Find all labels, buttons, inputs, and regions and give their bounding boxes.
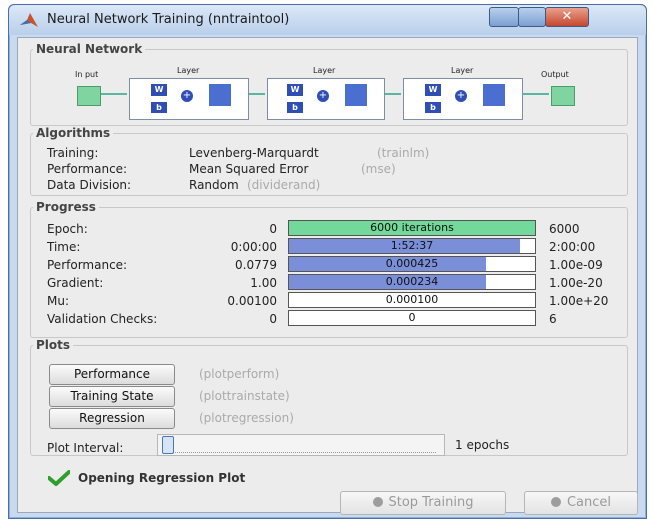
epoch-end: 6000 xyxy=(549,222,580,236)
time-progress-bar: 1:52:37 xyxy=(288,238,536,254)
validation-start: 0 xyxy=(269,312,277,326)
neural-network-panel: Neural Network In put Layer W b + Layer … xyxy=(30,42,628,126)
gradient-current: 0.000234 xyxy=(385,275,439,288)
data-division-value: Random xyxy=(189,178,239,192)
perf-end: 1.00e-09 xyxy=(549,258,603,272)
performance-label: Performance: xyxy=(47,162,128,176)
performance-plot-button[interactable]: Performance xyxy=(49,364,175,385)
maximize-button[interactable] xyxy=(518,7,546,27)
validation-label: Validation Checks: xyxy=(47,312,158,326)
validation-end: 6 xyxy=(549,312,557,326)
perf-label: Performance: xyxy=(47,258,128,272)
performance-progress-bar: 0.000425 xyxy=(288,256,536,272)
layer-label-1: Layer xyxy=(177,66,200,75)
status-message: Opening Regression Plot xyxy=(78,471,246,485)
plots-panel: Plots Performance (plotperform) Training… xyxy=(30,338,628,456)
plot-interval-label: Plot Interval: xyxy=(47,441,124,455)
training-function: (trainlm) xyxy=(377,146,430,160)
epoch-start: 0 xyxy=(269,222,277,236)
bias-box-1: b xyxy=(151,102,167,113)
title-bar[interactable]: Neural Network Training (nntraintool) ✕ xyxy=(9,5,646,35)
plot-interval-slider[interactable] xyxy=(157,434,445,456)
transfer-function-1 xyxy=(209,84,231,106)
time-label: Time: xyxy=(47,240,81,254)
transfer-function-2 xyxy=(345,84,367,106)
plot-interval-value: 1 epochs xyxy=(455,438,510,452)
gradient-start: 1.00 xyxy=(250,276,277,290)
bias-box-2: b xyxy=(287,102,303,113)
gradient-end: 1.00e-20 xyxy=(549,276,603,290)
output-label: Output xyxy=(541,70,569,79)
algorithms-panel: Algorithms Training: Levenberg-Marquardt… xyxy=(30,126,628,196)
neural-network-legend: Neural Network xyxy=(36,42,143,56)
stop-training-button[interactable]: Stop Training xyxy=(340,491,506,515)
transfer-function-3 xyxy=(483,84,505,106)
training-state-plot-function: (plottrainstate) xyxy=(199,389,290,403)
minimize-button[interactable] xyxy=(489,7,519,27)
weight-box-2: W xyxy=(287,84,303,96)
time-start: 0:00:00 xyxy=(230,240,277,254)
client-area: Neural Network In put Layer W b + Layer … xyxy=(17,37,638,515)
nntraintool-window: Neural Network Training (nntraintool) ✕ … xyxy=(8,4,647,519)
epoch-current: 6000 iterations xyxy=(370,221,454,234)
input-block xyxy=(77,86,101,106)
bias-box-3: b xyxy=(425,102,441,113)
training-state-plot-button[interactable]: Training State xyxy=(49,386,175,407)
layer-label-2: Layer xyxy=(313,66,336,75)
output-block xyxy=(551,86,575,106)
window-title: Neural Network Training (nntraintool) xyxy=(47,12,290,27)
perf-current: 0.000425 xyxy=(385,257,439,270)
cancel-icon xyxy=(550,497,561,507)
slider-ticks xyxy=(170,448,436,453)
matlab-logo-icon xyxy=(20,13,38,27)
mu-label: Mu: xyxy=(47,294,70,308)
mu-progress-bar: 0.000100 xyxy=(288,292,536,308)
time-current: 1:52:37 xyxy=(390,239,434,252)
data-division-label: Data Division: xyxy=(47,178,132,192)
performance-plot-function: (plotperform) xyxy=(199,367,280,381)
sum-node-1: + xyxy=(181,90,193,102)
sum-node-3: + xyxy=(455,90,467,102)
slider-thumb[interactable] xyxy=(162,436,174,454)
weight-box-3: W xyxy=(425,84,441,96)
progress-legend: Progress xyxy=(36,200,96,214)
validation-current: 0 xyxy=(408,311,416,324)
mu-current: 0.000100 xyxy=(385,293,439,306)
regression-plot-function: (plotregression) xyxy=(199,411,294,425)
algorithms-legend: Algorithms xyxy=(36,126,111,140)
stop-training-label: Stop Training xyxy=(388,495,474,510)
epoch-label: Epoch: xyxy=(47,222,88,236)
training-value: Levenberg-Marquardt xyxy=(189,146,319,160)
weight-box-1: W xyxy=(151,84,167,96)
data-division-function: (dividerand) xyxy=(247,178,321,192)
close-button[interactable]: ✕ xyxy=(545,7,589,27)
gradient-label: Gradient: xyxy=(47,276,104,290)
mu-start: 0.00100 xyxy=(227,294,277,308)
cancel-label: Cancel xyxy=(566,495,612,510)
validation-progress-bar: 0 xyxy=(288,310,536,326)
progress-panel: Progress Epoch: 0 6000 iterations 6000 T… xyxy=(30,200,628,338)
stop-training-icon xyxy=(372,497,383,507)
time-end: 2:00:00 xyxy=(549,240,596,254)
gradient-progress-bar: 0.000234 xyxy=(288,274,536,290)
regression-plot-button[interactable]: Regression xyxy=(49,408,175,429)
layer-label-3: Layer xyxy=(451,66,474,75)
training-label: Training: xyxy=(47,146,99,160)
plots-legend: Plots xyxy=(36,338,71,352)
mu-end: 1.00e+20 xyxy=(549,294,609,308)
sum-node-2: + xyxy=(317,90,329,102)
performance-function: (mse) xyxy=(361,162,396,176)
input-label: In put xyxy=(75,70,99,79)
perf-start: 0.0779 xyxy=(235,258,277,272)
cancel-button[interactable]: Cancel xyxy=(524,491,638,515)
performance-value: Mean Squared Error xyxy=(189,162,309,176)
epoch-progress-bar: 6000 iterations xyxy=(288,220,536,236)
checkmark-icon xyxy=(48,470,70,486)
